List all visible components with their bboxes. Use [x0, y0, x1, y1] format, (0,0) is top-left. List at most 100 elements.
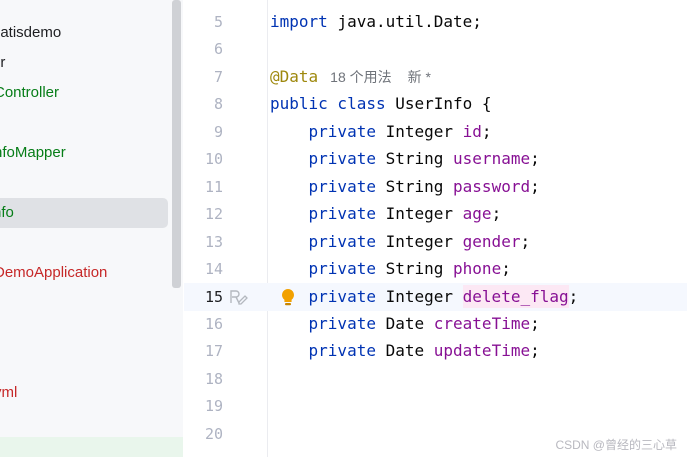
code-line[interactable]: 8 public class UserInfo { [184, 90, 687, 117]
line-number: 6 [213, 40, 223, 59]
line-number: 9 [213, 122, 223, 141]
code-line[interactable]: 16 private Date createTime; [184, 310, 687, 337]
project-tree-item[interactable]: DemoApplication [0, 258, 168, 288]
line-number: 12 [204, 205, 223, 224]
project-tree-item-label: er [0, 54, 6, 71]
code-token: updateTime [433, 341, 531, 361]
project-tree-item[interactable]: patisdemo [0, 18, 168, 48]
code-token: password [453, 176, 531, 196]
project-tree-item[interactable]: nfo [0, 198, 168, 228]
line-number: 16 [204, 314, 223, 333]
code-token: private [270, 313, 386, 333]
code-token: age [462, 204, 492, 224]
code-token: private [270, 149, 386, 169]
code-token: ; [520, 231, 531, 251]
code-line[interactable]: 13 private Integer gender; [184, 228, 687, 255]
code-text: private Integer delete_flag; [270, 284, 579, 308]
code-token: private [270, 204, 386, 224]
code-line[interactable]: 18 [184, 365, 687, 392]
code-line[interactable]: 14 private String phone; [184, 255, 687, 282]
project-tree-item[interactable]: yml [0, 378, 168, 408]
code-token: Integer [385, 121, 463, 141]
project-tree-item-label: patisdemo [0, 24, 62, 41]
code-token: ; [568, 286, 579, 306]
code-text: private Date updateTime; [270, 340, 540, 362]
code-token: private [270, 286, 386, 306]
code-line[interactable]: 5 import java.util.Date; [184, 8, 687, 35]
code-token: Date [385, 341, 434, 361]
line-number: 8 [213, 95, 223, 114]
code-token: id [462, 121, 482, 141]
code-text: @Data 18 个用法 新 * [270, 66, 431, 88]
line-number: 18 [204, 369, 223, 388]
code-text: private String username; [270, 148, 540, 170]
project-tree-item-label: yml [0, 384, 18, 401]
code-line[interactable]: 19 [184, 392, 687, 419]
line-number: 10 [204, 150, 223, 169]
code-token: import [270, 12, 338, 31]
code-token: ; [491, 204, 502, 224]
code-token: ; [501, 259, 511, 279]
code-line[interactable]: 6 [184, 35, 687, 62]
project-tree-item[interactable]: Controller [0, 78, 168, 108]
code-text: private Date createTime; [270, 313, 540, 335]
watermark: CSDN @曾经的三心草 [555, 438, 677, 452]
project-tree-item[interactable]: er [0, 48, 168, 78]
code-line[interactable]: 15 private Integer delete_flag; [184, 283, 687, 310]
code-token: ; [530, 313, 540, 333]
code-token: String [385, 149, 454, 169]
line-number: 14 [204, 260, 223, 279]
code-line[interactable]: 17 private Date updateTime; [184, 337, 687, 364]
code-line[interactable]: 7 @Data 18 个用法 新 * [184, 63, 687, 90]
code-text: private Integer gender; [270, 231, 531, 253]
code-line[interactable]: 11 private String password; [184, 173, 687, 200]
code-token: @Data [270, 66, 319, 86]
line-number: 13 [204, 232, 223, 251]
code-text: private String password; [270, 176, 540, 198]
line-number: 20 [204, 424, 223, 443]
code-token: gender [462, 231, 521, 251]
code-token: String [385, 259, 454, 279]
code-token: private [270, 231, 386, 251]
code-line[interactable]: 10 private String username; [184, 145, 687, 172]
code-token: ; [530, 149, 540, 169]
code-token: Date [385, 313, 434, 333]
inlay-usage-hint[interactable]: 18 个用法 [330, 69, 391, 85]
code-token: public class [270, 94, 396, 114]
code-token: delete_flag [462, 284, 569, 308]
code-token: ; [530, 341, 540, 361]
line-number: 15 [204, 287, 223, 306]
project-tree-scrollbar[interactable] [172, 0, 181, 288]
code-token: username [453, 149, 531, 169]
line-number: 11 [204, 177, 223, 196]
code-text: private Integer age; [270, 203, 502, 225]
line-number: 7 [213, 67, 223, 86]
code-token: phone [453, 259, 502, 279]
line-number: 19 [204, 397, 223, 416]
code-token: createTime [433, 313, 531, 333]
project-tree-item-label: DemoApplication [0, 264, 108, 281]
code-text: import java.util.Date; [270, 11, 482, 33]
line-number: 17 [204, 342, 223, 361]
project-tree-bottom-highlight [0, 437, 183, 457]
ai-rename-icon[interactable] [228, 287, 248, 307]
code-text: private Integer id; [270, 121, 492, 143]
inlay-usage-hint[interactable]: 新 * [408, 69, 431, 85]
code-line[interactable]: 9 private Integer id; [184, 118, 687, 145]
project-tree-panel: patisdemo er Controller nfoMapper nfo DemoApp… [0, 0, 183, 457]
code-token: UserInfo { [395, 94, 492, 114]
code-token: java.util.Date; [337, 12, 482, 31]
code-token: ; [481, 121, 492, 141]
code-token: Integer [385, 204, 463, 224]
project-tree-item-label: nfo [0, 204, 14, 221]
code-token: ; [530, 176, 540, 196]
code-line[interactable]: 12 private Integer age; [184, 200, 687, 227]
code-token: private [270, 341, 386, 361]
code-text: private String phone; [270, 258, 511, 280]
code-token: Integer [385, 286, 463, 306]
code-token: private [270, 121, 386, 141]
code-token: String [385, 176, 454, 196]
line-number: 5 [213, 13, 223, 31]
project-tree-item[interactable]: nfoMapper [0, 138, 168, 168]
project-tree-item-label: Controller [0, 84, 60, 101]
